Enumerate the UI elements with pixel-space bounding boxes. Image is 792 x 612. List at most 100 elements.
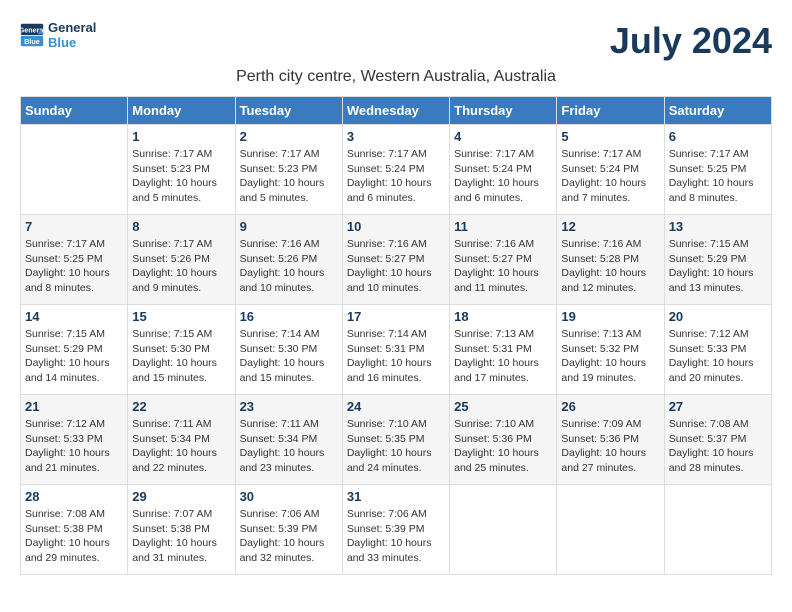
calendar-cell: 31 Sunrise: 7:06 AMSunset: 5:39 PMDayligh… (342, 485, 449, 575)
calendar-cell: 28 Sunrise: 7:08 AMSunset: 5:38 PMDayligh… (21, 485, 128, 575)
day-info: Sunrise: 7:14 AMSunset: 5:31 PMDaylight:… (347, 327, 445, 386)
day-number: 12 (561, 219, 659, 234)
calendar-cell (664, 485, 771, 575)
day-info: Sunrise: 7:12 AMSunset: 5:33 PMDaylight:… (669, 327, 767, 386)
calendar-table: SundayMondayTuesdayWednesdayThursdayFrid… (20, 96, 772, 575)
calendar-cell: 22 Sunrise: 7:11 AMSunset: 5:34 PMDayligh… (128, 395, 235, 485)
day-number: 5 (561, 129, 659, 144)
day-number: 20 (669, 309, 767, 324)
calendar-cell: 7 Sunrise: 7:17 AMSunset: 5:25 PMDaylight… (21, 215, 128, 305)
day-number: 3 (347, 129, 445, 144)
calendar-cell: 11 Sunrise: 7:16 AMSunset: 5:27 PMDayligh… (450, 215, 557, 305)
col-header-saturday: Saturday (664, 97, 771, 125)
day-number: 22 (132, 399, 230, 414)
logo-blue: Blue (48, 35, 96, 50)
day-number: 30 (240, 489, 338, 504)
calendar-cell (557, 485, 664, 575)
calendar-cell: 19 Sunrise: 7:13 AMSunset: 5:32 PMDayligh… (557, 305, 664, 395)
day-number: 26 (561, 399, 659, 414)
day-number: 29 (132, 489, 230, 504)
day-info: Sunrise: 7:09 AMSunset: 5:36 PMDaylight:… (561, 417, 659, 476)
day-number: 2 (240, 129, 338, 144)
logo-general: General (48, 20, 96, 35)
day-number: 15 (132, 309, 230, 324)
day-number: 18 (454, 309, 552, 324)
calendar-cell: 10 Sunrise: 7:16 AMSunset: 5:27 PMDayligh… (342, 215, 449, 305)
calendar-cell: 5 Sunrise: 7:17 AMSunset: 5:24 PMDaylight… (557, 125, 664, 215)
svg-text:Blue: Blue (24, 37, 40, 46)
col-header-friday: Friday (557, 97, 664, 125)
day-number: 11 (454, 219, 552, 234)
calendar-cell: 16 Sunrise: 7:14 AMSunset: 5:30 PMDayligh… (235, 305, 342, 395)
day-info: Sunrise: 7:17 AMSunset: 5:23 PMDaylight:… (240, 147, 338, 206)
day-number: 27 (669, 399, 767, 414)
day-number: 4 (454, 129, 552, 144)
day-number: 25 (454, 399, 552, 414)
calendar-cell: 26 Sunrise: 7:09 AMSunset: 5:36 PMDayligh… (557, 395, 664, 485)
day-number: 19 (561, 309, 659, 324)
col-header-tuesday: Tuesday (235, 97, 342, 125)
day-info: Sunrise: 7:15 AMSunset: 5:30 PMDaylight:… (132, 327, 230, 386)
day-number: 17 (347, 309, 445, 324)
day-number: 23 (240, 399, 338, 414)
logo-icon: General Blue (20, 23, 44, 47)
day-info: Sunrise: 7:11 AMSunset: 5:34 PMDaylight:… (132, 417, 230, 476)
location-subtitle: Perth city centre, Western Australia, Au… (20, 68, 772, 86)
col-header-wednesday: Wednesday (342, 97, 449, 125)
day-number: 13 (669, 219, 767, 234)
calendar-cell: 14 Sunrise: 7:15 AMSunset: 5:29 PMDayligh… (21, 305, 128, 395)
day-number: 14 (25, 309, 123, 324)
col-header-thursday: Thursday (450, 97, 557, 125)
day-info: Sunrise: 7:13 AMSunset: 5:31 PMDaylight:… (454, 327, 552, 386)
calendar-cell: 25Sunrise: 7:10 AMSunset: 5:36 PMDayligh… (450, 395, 557, 485)
day-number: 6 (669, 129, 767, 144)
logo: General Blue General Blue (20, 20, 96, 50)
day-info: Sunrise: 7:16 AMSunset: 5:26 PMDaylight:… (240, 237, 338, 296)
calendar-cell: 15 Sunrise: 7:15 AMSunset: 5:30 PMDayligh… (128, 305, 235, 395)
day-number: 10 (347, 219, 445, 234)
day-number: 8 (132, 219, 230, 234)
day-number: 21 (25, 399, 123, 414)
day-info: Sunrise: 7:12 AMSunset: 5:33 PMDaylight:… (25, 417, 123, 476)
day-info: Sunrise: 7:16 AMSunset: 5:27 PMDaylight:… (454, 237, 552, 296)
calendar-cell: 3 Sunrise: 7:17 AMSunset: 5:24 PMDaylight… (342, 125, 449, 215)
day-info: Sunrise: 7:11 AMSunset: 5:34 PMDaylight:… (240, 417, 338, 476)
day-info: Sunrise: 7:08 AMSunset: 5:37 PMDaylight:… (669, 417, 767, 476)
day-info: Sunrise: 7:16 AMSunset: 5:27 PMDaylight:… (347, 237, 445, 296)
calendar-cell: 30 Sunrise: 7:06 AMSunset: 5:39 PMDayligh… (235, 485, 342, 575)
calendar-cell (21, 125, 128, 215)
col-header-sunday: Sunday (21, 97, 128, 125)
day-info: Sunrise: 7:17 AMSunset: 5:23 PMDaylight:… (132, 147, 230, 206)
calendar-cell: 2 Sunrise: 7:17 AMSunset: 5:23 PMDaylight… (235, 125, 342, 215)
calendar-cell: 21 Sunrise: 7:12 AMSunset: 5:33 PMDayligh… (21, 395, 128, 485)
calendar-cell: 6 Sunrise: 7:17 AMSunset: 5:25 PMDaylight… (664, 125, 771, 215)
day-info: Sunrise: 7:17 AMSunset: 5:25 PMDaylight:… (669, 147, 767, 206)
day-info: Sunrise: 7:17 AMSunset: 5:24 PMDaylight:… (561, 147, 659, 206)
day-number: 16 (240, 309, 338, 324)
calendar-cell: 8Sunrise: 7:17 AMSunset: 5:26 PMDaylight… (128, 215, 235, 305)
calendar-cell: 9 Sunrise: 7:16 AMSunset: 5:26 PMDaylight… (235, 215, 342, 305)
day-number: 9 (240, 219, 338, 234)
calendar-cell: 13Sunrise: 7:15 AMSunset: 5:29 PMDayligh… (664, 215, 771, 305)
day-info: Sunrise: 7:10 AMSunset: 5:35 PMDaylight:… (347, 417, 445, 476)
day-info: Sunrise: 7:08 AMSunset: 5:38 PMDaylight:… (25, 507, 123, 566)
day-number: 7 (25, 219, 123, 234)
day-info: Sunrise: 7:13 AMSunset: 5:32 PMDaylight:… (561, 327, 659, 386)
calendar-cell (450, 485, 557, 575)
day-info: Sunrise: 7:15 AMSunset: 5:29 PMDaylight:… (25, 327, 123, 386)
day-info: Sunrise: 7:06 AMSunset: 5:39 PMDaylight:… (347, 507, 445, 566)
col-header-monday: Monday (128, 97, 235, 125)
calendar-cell: 29 Sunrise: 7:07 AMSunset: 5:38 PMDayligh… (128, 485, 235, 575)
day-info: Sunrise: 7:06 AMSunset: 5:39 PMDaylight:… (240, 507, 338, 566)
day-number: 28 (25, 489, 123, 504)
calendar-cell: 4Sunrise: 7:17 AMSunset: 5:24 PMDaylight… (450, 125, 557, 215)
month-title: July 2024 (610, 20, 772, 62)
calendar-cell: 12Sunrise: 7:16 AMSunset: 5:28 PMDayligh… (557, 215, 664, 305)
day-info: Sunrise: 7:17 AMSunset: 5:25 PMDaylight:… (25, 237, 123, 296)
day-number: 31 (347, 489, 445, 504)
day-info: Sunrise: 7:17 AMSunset: 5:24 PMDaylight:… (347, 147, 445, 206)
day-info: Sunrise: 7:14 AMSunset: 5:30 PMDaylight:… (240, 327, 338, 386)
calendar-cell: 17 Sunrise: 7:14 AMSunset: 5:31 PMDayligh… (342, 305, 449, 395)
calendar-cell: 23 Sunrise: 7:11 AMSunset: 5:34 PMDayligh… (235, 395, 342, 485)
day-info: Sunrise: 7:07 AMSunset: 5:38 PMDaylight:… (132, 507, 230, 566)
